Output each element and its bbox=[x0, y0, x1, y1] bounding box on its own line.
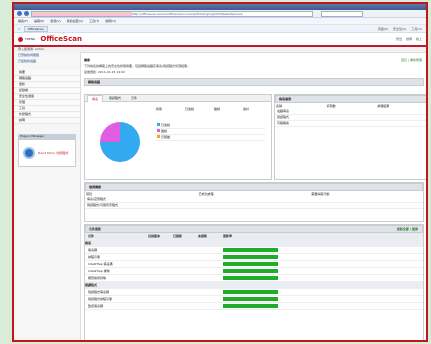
forward-button-icon[interactable] bbox=[24, 11, 29, 16]
sidebar: 已登錄的伺服器 已連線的電腦 摘要 網路電腦 更新 記錄檔 安全性遵循 管理 工… bbox=[14, 52, 81, 340]
update-links[interactable]: 更新全部 | 復原 bbox=[397, 226, 422, 232]
update-header: 元件更新 更新全部 | 復原 bbox=[85, 225, 423, 233]
update-group-virus: 病毒 bbox=[85, 240, 423, 247]
favorites-bar: ☆ OfficeScan 頁面(P) 安全性(S) 工具(O) bbox=[14, 25, 426, 33]
header-links: 登出 說明 線上 bbox=[396, 37, 426, 41]
page-title: 摘要 bbox=[84, 58, 91, 62]
summary-header: 偵測摘要 bbox=[85, 183, 423, 191]
detection-panel: 病毒偵測 名稱 偵測數 處理結果 電腦病毒 間諜程式 可疑檔案 bbox=[274, 94, 426, 180]
url-highlight bbox=[32, 11, 132, 16]
update-row[interactable]: IntelliTrap 病毒碼 bbox=[85, 261, 423, 268]
table-row[interactable]: 間諜程式/可能有害程式 bbox=[85, 203, 423, 209]
title-links[interactable]: 自訂 | 重新整理 bbox=[401, 58, 422, 62]
online-link[interactable]: 線上 bbox=[416, 37, 422, 41]
page-menu[interactable]: 頁面(P) bbox=[378, 27, 388, 31]
plugin-logo-icon[interactable] bbox=[23, 147, 35, 159]
plugin-text[interactable]: Trend Micro 外掛程式 bbox=[38, 151, 68, 155]
component-name: 間諜程式掃瞄引擎 bbox=[88, 297, 113, 301]
component-name: 監控病毒碼 bbox=[88, 304, 104, 308]
detection-header: 病毒偵測 bbox=[275, 95, 426, 103]
tab-virus[interactable]: 病毒 bbox=[87, 95, 104, 102]
col-status: 狀態 bbox=[156, 107, 163, 111]
summary-columns: 項目 已成功處理 需要採取行動 bbox=[86, 192, 330, 196]
menu-edit[interactable]: 編輯(E) bbox=[34, 19, 44, 23]
component-name: IntelliTrap 排除 bbox=[88, 269, 110, 273]
status-tabs: 病毒 間諜程式 元件 bbox=[85, 95, 271, 102]
col-offline: 離線 bbox=[214, 107, 221, 111]
update-row[interactable]: 病毒碼 bbox=[85, 247, 423, 254]
component-name: 網頁信譽評等 bbox=[88, 276, 107, 280]
url-text: http://officescan-server/officescan/cons… bbox=[132, 11, 243, 16]
summary-box: 偵測摘要 項目 已成功處理 需要採取行動 病毒/惡意程式 間諜程式/可能有害程式 bbox=[84, 182, 424, 222]
update-row[interactable]: 間諜程式掃瞄引擎 bbox=[85, 296, 423, 303]
status-section-header: 網路電腦 bbox=[84, 78, 424, 86]
component-name: 間諜程式病毒碼 bbox=[88, 290, 110, 294]
update-group-spyware: 間諜程式 bbox=[85, 282, 423, 289]
sidebar-nav: 摘要 網路電腦 更新 記錄檔 安全性遵循 管理 工具 外掛程式 說明 bbox=[14, 70, 80, 124]
update-row[interactable]: 間諜程式病毒碼 bbox=[85, 289, 423, 296]
browser-window: http://officescan-server/officescan/cons… bbox=[12, 2, 428, 342]
pie-slice bbox=[100, 122, 120, 142]
safety-menu[interactable]: 安全性(S) bbox=[393, 27, 406, 31]
trend-logo: TREND OfficeScan bbox=[18, 35, 82, 43]
status-panel: 病毒 間諜程式 元件 狀態 已連線 離線 總計 已連線 離線 已隔離 bbox=[84, 94, 272, 180]
menu-help[interactable]: 說明(H) bbox=[105, 19, 116, 23]
menu-view[interactable]: 檢視(V) bbox=[50, 19, 60, 23]
component-name: IntelliTrap 病毒碼 bbox=[88, 262, 113, 266]
update-row[interactable]: IntelliTrap 排除 bbox=[85, 268, 423, 275]
update-progress-bar bbox=[223, 255, 278, 259]
menu-favorites[interactable]: 我的最愛(A) bbox=[67, 19, 83, 23]
brand-name: TREND bbox=[25, 37, 36, 41]
logout-link[interactable]: 登出 bbox=[396, 37, 402, 41]
update-progress-bar bbox=[223, 262, 278, 266]
main-content: 摘要 自訂 | 重新整理 下列為您的網路上的安全性狀態摘要，包括網路電腦及病毒/… bbox=[84, 54, 426, 340]
legend-item: 已隔離 bbox=[155, 135, 265, 141]
status-columns: 狀態 已連線 離線 總計 bbox=[155, 106, 271, 112]
component-name: 掃瞄引擎 bbox=[88, 255, 101, 259]
status-legend: 已連線 離線 已隔離 bbox=[155, 123, 265, 141]
update-columns: 元件 目前版本 已更新 未更新 更新率 bbox=[85, 233, 423, 240]
update-row[interactable]: 掃瞄引擎 bbox=[85, 254, 423, 261]
url-input[interactable]: http://officescan-server/officescan/cons… bbox=[31, 10, 313, 17]
update-progress-bar bbox=[223, 290, 278, 294]
update-box: 元件更新 更新全部 | 復原 元件 目前版本 已更新 未更新 更新率 病毒 病毒… bbox=[84, 224, 424, 340]
address-bar: http://officescan-server/officescan/cons… bbox=[14, 10, 426, 18]
update-progress-bar bbox=[223, 248, 278, 252]
browser-tab[interactable]: OfficeScan bbox=[23, 25, 48, 32]
update-progress-bar bbox=[223, 297, 278, 301]
star-icon[interactable]: ☆ bbox=[18, 27, 21, 31]
update-progress-bar bbox=[223, 304, 278, 308]
update-progress-bar bbox=[223, 276, 278, 280]
page-description: 下列為您的網路上的安全性狀態摘要，包括網路電腦及病毒/間諜程式偵測結果。 bbox=[84, 64, 191, 68]
product-name: OfficeScan bbox=[40, 35, 82, 43]
col-total: 總計 bbox=[243, 107, 250, 111]
plugin-manager-box: Plug-in Manager Trend Micro 外掛程式 bbox=[18, 134, 76, 167]
help-link[interactable]: 說明 bbox=[406, 37, 412, 41]
menu-tools[interactable]: 工具(T) bbox=[89, 19, 99, 23]
tab-spyware[interactable]: 間諜程式 bbox=[105, 95, 125, 101]
detection-columns: 名稱 偵測數 處理結果 bbox=[276, 104, 390, 108]
command-bar: 頁面(P) 安全性(S) 工具(O) bbox=[378, 27, 426, 31]
last-updated: 最後更新: 2011-01-15 14:00 bbox=[84, 70, 125, 74]
trend-ball-icon bbox=[18, 36, 23, 42]
tools-menu[interactable]: 工具(O) bbox=[411, 27, 422, 31]
app-header: TREND OfficeScan 登出 說明 線上 bbox=[14, 33, 426, 47]
update-row[interactable]: 網頁信譽評等 bbox=[85, 275, 423, 282]
back-button-icon[interactable] bbox=[17, 11, 22, 16]
component-name: 病毒碼 bbox=[88, 248, 98, 252]
detection-rows: 電腦病毒 間諜程式 可疑檔案 bbox=[275, 109, 426, 127]
menu-file[interactable]: 檔案(F) bbox=[18, 19, 28, 23]
menu-bar: 檔案(F) 編輯(E) 檢視(V) 我的最愛(A) 工具(T) 說明(H) bbox=[14, 18, 426, 25]
col-online: 已連線 bbox=[185, 107, 195, 111]
table-row[interactable]: 可疑檔案 bbox=[275, 121, 426, 127]
update-progress-bar bbox=[223, 269, 278, 273]
search-input[interactable] bbox=[321, 10, 363, 17]
tab-components[interactable]: 元件 bbox=[127, 95, 141, 101]
sidebar-item-help[interactable]: 說明 bbox=[14, 118, 80, 124]
update-row[interactable]: 監控病毒碼 bbox=[85, 303, 423, 310]
status-pie-chart bbox=[100, 122, 140, 162]
